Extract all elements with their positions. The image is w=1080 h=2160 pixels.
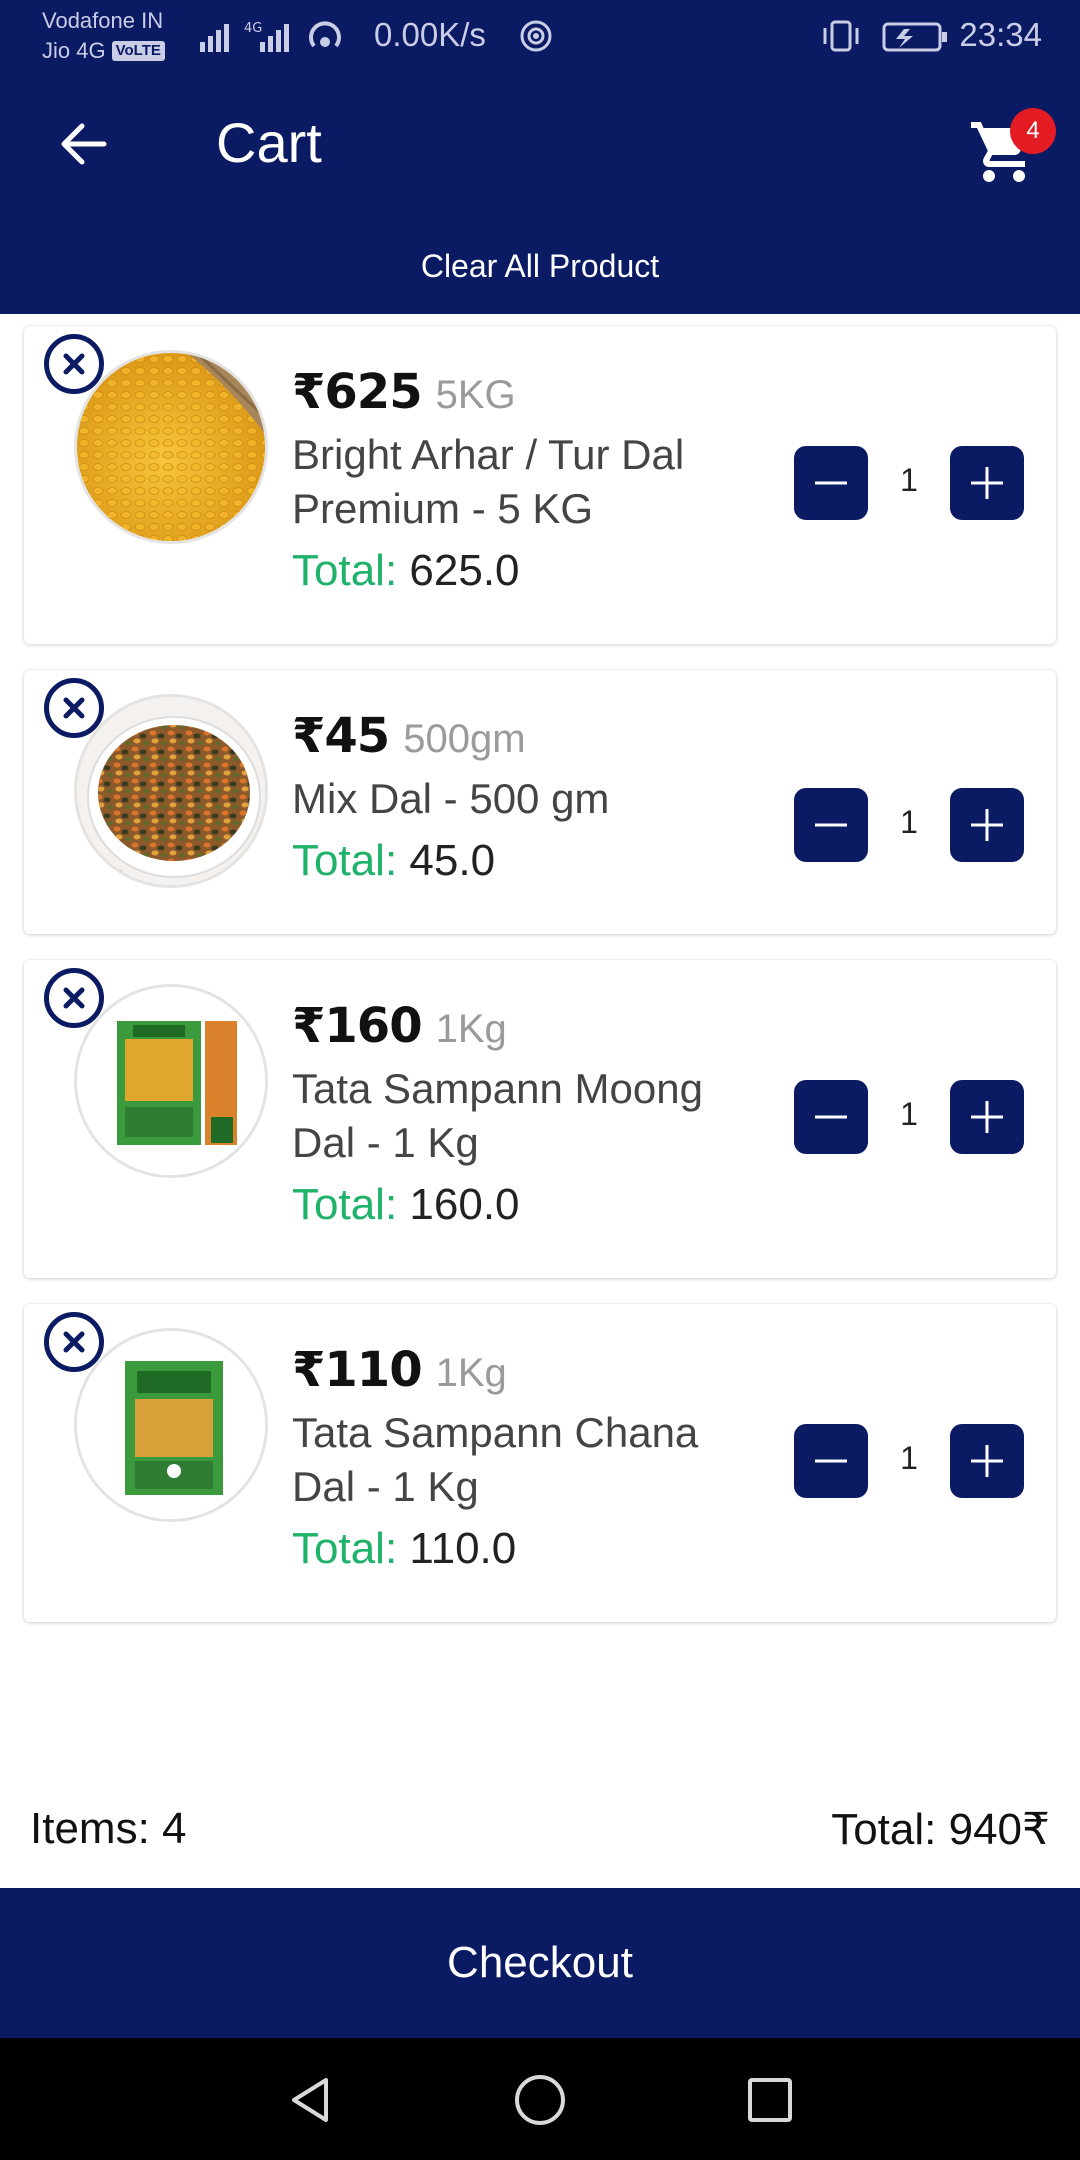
clock: 23:34 <box>959 16 1042 53</box>
item-total: 625.0 <box>409 546 520 595</box>
decrease-quantity-button[interactable] <box>794 1080 868 1154</box>
plus-icon <box>971 809 1003 841</box>
minus-icon <box>815 1459 847 1463</box>
arrow-back-icon <box>61 123 107 165</box>
total-label: Total: <box>292 1180 398 1229</box>
close-icon <box>63 987 85 1009</box>
volte-badge: VoLTE <box>111 41 165 61</box>
product-image-chana-dal <box>74 1328 268 1522</box>
quantity-value: 1 <box>900 804 918 840</box>
cart-list: ₹625 5KG Bright Arhar / Tur Dal Premium … <box>24 326 1056 1648</box>
clear-all-button[interactable]: Clear All Product <box>0 248 1080 285</box>
increase-quantity-button[interactable] <box>950 1424 1024 1498</box>
product-name: Tata Sampann Chana Dal - 1 Kg <box>292 1409 699 1510</box>
increase-quantity-button[interactable] <box>950 788 1024 862</box>
product-info: ₹110 1Kg Tata Sampann Chana Dal - 1 Kg T… <box>292 1342 772 1574</box>
product-info: ₹625 5KG Bright Arhar / Tur Dal Premium … <box>292 364 772 596</box>
net-speed: 0.00K/s <box>374 16 486 53</box>
product-unit: 1Kg <box>435 1007 507 1051</box>
hotspot-icon <box>520 20 552 52</box>
quantity-stepper: 1 <box>794 1424 1024 1498</box>
cart-item: ₹160 1Kg Tata Sampann Moong Dal - 1 Kg T… <box>24 960 1056 1278</box>
minus-icon <box>815 481 847 485</box>
cart-item: ₹625 5KG Bright Arhar / Tur Dal Premium … <box>24 326 1056 644</box>
total-label: Total: <box>292 546 398 595</box>
quantity-value: 1 <box>900 1440 918 1476</box>
carrier-name-2: Jio 4G <box>42 38 106 63</box>
nav-home-button[interactable] <box>508 2068 572 2132</box>
quantity-stepper: 1 <box>794 446 1024 520</box>
square-recents-icon <box>748 2078 792 2122</box>
remove-item-button[interactable] <box>44 334 104 394</box>
battery-icon <box>823 20 947 52</box>
carrier-info: Vodafone IN Jio 4G VoLTE <box>42 6 165 66</box>
total-label: Total: <box>292 1524 398 1573</box>
nav-back-button[interactable] <box>278 2068 342 2132</box>
close-icon <box>63 353 85 375</box>
nav-recents-button[interactable] <box>738 2068 802 2132</box>
item-total: 160.0 <box>409 1180 520 1229</box>
triangle-back-icon <box>292 2078 328 2122</box>
product-price: ₹625 <box>292 364 423 420</box>
signal-icon: 4G <box>200 21 341 52</box>
checkout-button[interactable]: Checkout <box>0 1888 1080 2038</box>
product-unit: 500gm <box>403 717 526 761</box>
cart-summary: Items: 4 Total: 940₹ <box>30 1804 1050 1864</box>
increase-quantity-button[interactable] <box>950 446 1024 520</box>
system-nav-bar <box>0 2038 1080 2160</box>
remove-item-button[interactable] <box>44 1312 104 1372</box>
quantity-stepper: 1 <box>794 1080 1024 1154</box>
product-name: Mix Dal - 500 gm <box>292 775 610 822</box>
product-info: ₹160 1Kg Tata Sampann Moong Dal - 1 Kg T… <box>292 998 772 1230</box>
minus-icon <box>815 1115 847 1119</box>
quantity-stepper: 1 <box>794 788 1024 862</box>
decrease-quantity-button[interactable] <box>794 446 868 520</box>
product-unit: 5KG <box>435 373 516 417</box>
product-image-graphic <box>77 353 265 541</box>
cart-item: ₹110 1Kg Tata Sampann Chana Dal - 1 Kg T… <box>24 1304 1056 1622</box>
item-total: 45.0 <box>409 836 496 885</box>
product-price: ₹110 <box>292 1342 423 1398</box>
product-image-mix-dal <box>74 694 268 888</box>
circle-home-icon <box>515 2075 565 2125</box>
close-icon <box>63 1331 85 1353</box>
cart-item: ₹45 500gm Mix Dal - 500 gm Total: 45.0 1 <box>24 670 1056 934</box>
product-price: ₹45 <box>292 708 390 764</box>
quantity-value: 1 <box>900 1096 918 1132</box>
increase-quantity-button[interactable] <box>950 1080 1024 1154</box>
plus-icon <box>971 1445 1003 1477</box>
product-image-graphic <box>77 697 265 885</box>
product-image-tur-dal <box>74 350 268 544</box>
cart-count-badge: 4 <box>1010 108 1056 154</box>
remove-item-button[interactable] <box>44 678 104 738</box>
plus-icon <box>971 1101 1003 1133</box>
items-count: Items: 4 <box>30 1804 187 1853</box>
product-name: Bright Arhar / Tur Dal Premium - 5 KG <box>292 431 685 532</box>
decrease-quantity-button[interactable] <box>794 1424 868 1498</box>
product-name: Tata Sampann Moong Dal - 1 Kg <box>292 1065 703 1166</box>
app-bar: Cart 4 Clear All Product <box>0 72 1080 314</box>
page-title: Cart <box>216 111 322 174</box>
decrease-quantity-button[interactable] <box>794 788 868 862</box>
product-unit: 1Kg <box>435 1351 507 1395</box>
minus-icon <box>815 823 847 827</box>
product-image-graphic <box>77 987 265 1175</box>
product-info: ₹45 500gm Mix Dal - 500 gm Total: 45.0 <box>292 708 772 886</box>
product-image-moong-dal <box>74 984 268 1178</box>
total-label: Total: <box>292 836 398 885</box>
remove-item-button[interactable] <box>44 968 104 1028</box>
grand-total: Total: 940₹ <box>831 1805 1050 1854</box>
plus-icon <box>971 467 1003 499</box>
svg-text:4G: 4G <box>244 21 262 36</box>
carrier-name-1: Vodafone IN <box>42 8 164 33</box>
quantity-value: 1 <box>900 462 918 498</box>
back-button[interactable] <box>52 112 116 176</box>
close-icon <box>63 697 85 719</box>
product-image-graphic <box>77 1331 265 1519</box>
status-bar: Vodafone IN Jio 4G VoLTE 4G 0.00K/s 23:3… <box>0 0 1080 72</box>
product-price: ₹160 <box>292 998 423 1054</box>
item-total: 110.0 <box>409 1524 517 1573</box>
